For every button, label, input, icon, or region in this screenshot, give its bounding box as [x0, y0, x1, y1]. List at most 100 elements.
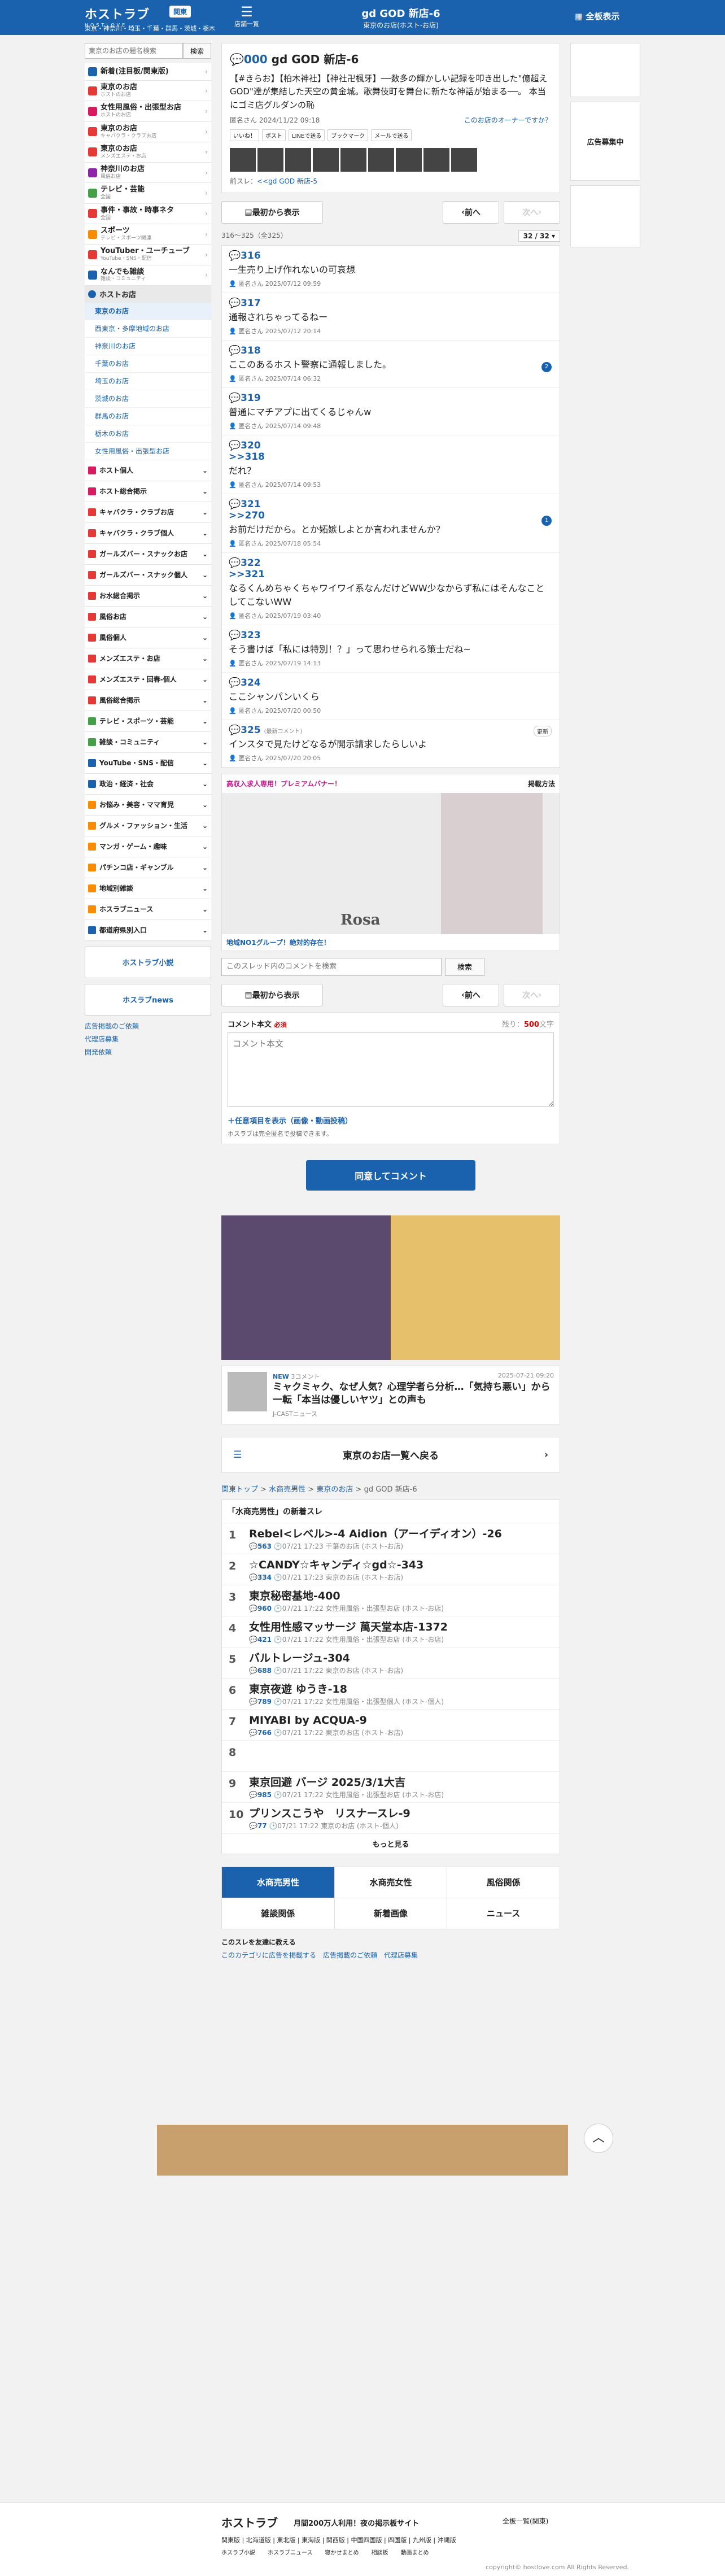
- ranking-item[interactable]: 9 東京回避 バージ 2025/3/1大吉 💬985 🕑07/21 17:22 女性…: [222, 1772, 560, 1803]
- host-subitem[interactable]: 西東京・多摩地域のお店: [85, 320, 211, 338]
- reply-count-badge[interactable]: 2: [541, 361, 552, 372]
- sidebar-group[interactable]: 風俗総合掲示 ⌄: [85, 690, 211, 711]
- sidebar-group[interactable]: お悩み・美容・ママ育児 ⌄: [85, 794, 211, 816]
- sidebar-group[interactable]: メンズエステ・回春-個人 ⌄: [85, 669, 211, 690]
- ranking-item[interactable]: 8: [222, 1741, 560, 1772]
- host-subitem[interactable]: 埼玉のお店: [85, 372, 211, 390]
- category-tab[interactable]: 雑談関係: [222, 1898, 334, 1929]
- sidebar-group[interactable]: YouTube・SNS・配信 ⌄: [85, 752, 211, 774]
- category-tab[interactable]: 新着画像: [334, 1898, 447, 1929]
- sidebar-category[interactable]: 新着(注目板/関東版) ›: [85, 63, 211, 81]
- sidebar-group[interactable]: 雑談・コミュニティ ⌄: [85, 731, 211, 753]
- back-to-list-button[interactable]: ☰ 東京のお店一覧へ戻る ›: [221, 1436, 560, 1473]
- news-item[interactable]: NEW 3コメント 2025-07-21 09:20 ミャクミャク、なぜ人気？心理…: [221, 1365, 560, 1424]
- update-tag[interactable]: 更新: [534, 725, 552, 736]
- sidebar-category[interactable]: なんでも雑談 雑談・コミュニティ ›: [85, 265, 211, 286]
- breadcrumb-item[interactable]: 東京のお店: [316, 1485, 353, 1494]
- area-badge[interactable]: 関東: [169, 6, 191, 18]
- sidebar-group[interactable]: 地域別雑談 ⌄: [85, 878, 211, 899]
- footer-icon-link[interactable]: ホスラブニュース: [268, 2548, 313, 2556]
- ranking-item[interactable]: 6 東京夜遊 ゆうき-18 💬789 🕑07/21 17:22 女性用風俗・出張型個…: [222, 1679, 560, 1710]
- submit-comment-button[interactable]: 同意してコメント: [306, 1160, 475, 1191]
- footer-icon-link[interactable]: ホスラブ小説: [221, 2548, 255, 2556]
- ranking-item[interactable]: 1 Rebel<レベル>-4 Aidion（アーイディオン）-26 💬563 🕑07…: [222, 1523, 560, 1554]
- share-button[interactable]: いいね！: [230, 129, 259, 141]
- footer-icon-link[interactable]: 寝かせまとめ: [325, 2548, 359, 2556]
- host-group-header[interactable]: ホストお店: [85, 285, 211, 303]
- sidebar-category[interactable]: 神奈川のお店 風俗お店 ›: [85, 163, 211, 184]
- sidebar-group[interactable]: キャバクラ・クラブ個人 ⌄: [85, 522, 211, 544]
- first-button-bottom[interactable]: ▤ 最初から表示: [221, 983, 323, 1006]
- category-tab[interactable]: 水商売女性: [334, 1867, 447, 1898]
- category-tab[interactable]: 風俗関係: [447, 1867, 560, 1898]
- footer-icon-link[interactable]: 動画まとめ: [401, 2548, 429, 2556]
- sidebar-category[interactable]: 東京のお店 メンズエステ・お店 ›: [85, 142, 211, 163]
- share-button[interactable]: LINEで送る: [289, 129, 325, 141]
- footer-all-boards[interactable]: 全板一覧(関東): [503, 2516, 548, 2526]
- ranking-item[interactable]: 5 バルトレージュ-304 💬688 🕑07/21 17:22 東京のお店 (ホスト…: [222, 1647, 560, 1679]
- page-selector[interactable]: 32 / 32 ▾: [518, 230, 560, 242]
- footer-link[interactable]: 広告掲載のご依頼: [323, 1951, 377, 1959]
- right-ad-1[interactable]: [570, 43, 640, 97]
- sidebar-group[interactable]: ガールズバー・スナックお店 ⌄: [85, 543, 211, 565]
- breadcrumb-item[interactable]: 水商売男性: [269, 1485, 305, 1494]
- owner-link[interactable]: このお店のオーナーですか？: [464, 115, 552, 125]
- right-ad-recruit[interactable]: 広告募集中: [570, 102, 640, 181]
- sidebar-group[interactable]: 都道府県別入口 ⌄: [85, 919, 211, 941]
- sidebar-search-button[interactable]: 検索: [183, 43, 211, 59]
- post-anchor[interactable]: >>321: [229, 569, 553, 580]
- game-ad[interactable]: [221, 1215, 560, 1360]
- sidebar-group[interactable]: パチンコ店・ギャンブル ⌄: [85, 857, 211, 878]
- sidebar-category[interactable]: YouTuber・ユーチューブ YouTube・SNS・配信 ›: [85, 245, 211, 265]
- sidebar-group[interactable]: ホスト個人 ⌄: [85, 460, 211, 481]
- sidebar-link[interactable]: 広告掲載のご依頼: [85, 1021, 211, 1031]
- sidebar-category[interactable]: 事件・事故・時事ネタ 全国 ›: [85, 203, 211, 224]
- ad-link[interactable]: 掲載方法: [528, 779, 555, 788]
- share-button[interactable]: ブックマーク: [327, 129, 369, 141]
- sidebar-group[interactable]: 風俗個人 ⌄: [85, 627, 211, 648]
- more-link[interactable]: もっと見る: [222, 1834, 560, 1854]
- sidebar-group[interactable]: テレビ・スポーツ・芸能 ⌄: [85, 711, 211, 732]
- post-anchor[interactable]: >>318: [229, 451, 553, 463]
- thumbnail-strip[interactable]: [230, 147, 552, 172]
- host-subitem[interactable]: 群馬のお店: [85, 407, 211, 425]
- prev-button[interactable]: ‹ 前へ: [443, 200, 499, 224]
- sidebar-group[interactable]: お水総合掲示 ⌄: [85, 585, 211, 607]
- right-ad-3[interactable]: [570, 185, 640, 247]
- category-tab[interactable]: 水商売男性: [222, 1867, 334, 1898]
- sidebar-category[interactable]: スポーツ テレビ・スポーツ関連 ›: [85, 224, 211, 245]
- novel-banner[interactable]: ホストラブ小説: [85, 946, 211, 978]
- share-button[interactable]: ポスト: [262, 129, 286, 141]
- footer-link[interactable]: このカテゴリに広告を掲載する: [221, 1951, 316, 1959]
- reply-count-badge[interactable]: 1: [541, 515, 552, 526]
- sidebar-category[interactable]: テレビ・芸能 全国 ›: [85, 183, 211, 204]
- all-boards-button[interactable]: ▦ 全板表示: [575, 10, 619, 22]
- prev-button-bottom[interactable]: ‹ 前へ: [443, 983, 499, 1006]
- thread-search-input[interactable]: [221, 957, 442, 976]
- ranking-item[interactable]: 2 ☆CANDY☆キャンディ☆gd☆-343 💬334 🕑07/21 17:23 東…: [222, 1554, 560, 1585]
- optional-toggle[interactable]: ＋任意項目を表示（画像・動画投稿）: [228, 1115, 554, 1126]
- host-subitem[interactable]: 栃木のお店: [85, 425, 211, 443]
- sidebar-group[interactable]: ガールズバー・スナック個人 ⌄: [85, 564, 211, 586]
- footer-link[interactable]: 代理店募集: [384, 1951, 418, 1959]
- sidebar-group[interactable]: キャバクラ・クラブお店 ⌄: [85, 502, 211, 523]
- host-subitem[interactable]: 千葉のお店: [85, 355, 211, 373]
- post-anchor[interactable]: >>270: [229, 510, 553, 521]
- sidebar-category[interactable]: 東京のお店 キャバクラ・クラブお店 ›: [85, 121, 211, 142]
- category-tab[interactable]: ニュース: [447, 1898, 560, 1929]
- share-button[interactable]: メールで送る: [371, 129, 412, 141]
- ranking-item[interactable]: 3 東京秘密基地-400 💬960 🕑07/21 17:22 女性用風俗・出張型お店…: [222, 1585, 560, 1616]
- sidebar-link[interactable]: 代理店募集: [85, 1034, 211, 1044]
- premium-ad[interactable]: 高収入求人専用！プレミアムバナー！ 掲載方法 Rosa 地域NO1グループ！絶対的…: [221, 773, 560, 951]
- sidebar-group[interactable]: グルメ・ファッション・生活 ⌄: [85, 815, 211, 836]
- next-button[interactable]: 次へ ›: [504, 200, 560, 224]
- first-button[interactable]: ▤ 最初から表示: [221, 200, 323, 224]
- host-subitem[interactable]: 神奈川のお店: [85, 337, 211, 355]
- sidebar-category[interactable]: 女性用風俗・出張型お店 ホストのお店 ›: [85, 101, 211, 122]
- sidebar-group[interactable]: ホスト総合掲示 ⌄: [85, 481, 211, 502]
- sidebar-search-input[interactable]: [85, 43, 183, 59]
- sidebar-group[interactable]: ホスラブニュース ⌄: [85, 899, 211, 920]
- scroll-top-button[interactable]: ︿: [584, 2124, 613, 2153]
- news-banner[interactable]: ホスラブnews: [85, 983, 211, 1015]
- floating-game-banner[interactable]: [157, 2125, 568, 2176]
